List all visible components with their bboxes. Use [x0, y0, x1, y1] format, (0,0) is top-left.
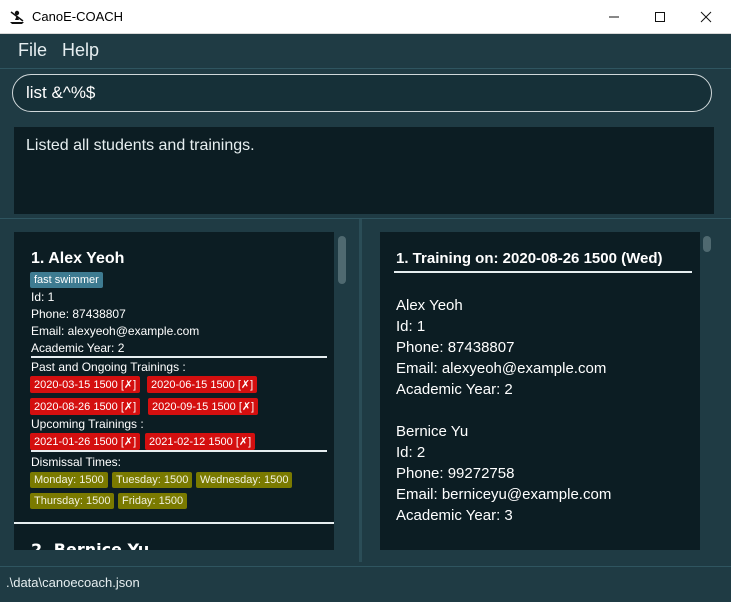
attendee-name: Bernice Yu [396, 423, 469, 440]
past-trainings-label: Past and Ongoing Trainings : [31, 360, 186, 374]
student-phone: Phone: 87438807 [31, 307, 126, 321]
training-list-panel[interactable]: 1. Training on: 2020-08-26 1500 (Wed) Al… [380, 232, 700, 550]
command-input-text: list &^%$ [26, 83, 96, 102]
menu-file[interactable]: File [18, 40, 47, 61]
dismissal-chip: Thursday: 1500 [30, 493, 115, 509]
attendee-phone: Phone: 87438807 [396, 339, 515, 356]
dismissal-chip: Tuesday: 1500 [112, 472, 193, 488]
student-name: 1. Alex Yeoh [31, 250, 125, 267]
student-name: 2. Bernice Yu [31, 540, 150, 550]
dismissal-times-label: Dismissal Times: [31, 455, 122, 469]
training-header: 1. Training on: 2020-08-26 1500 (Wed) [396, 250, 663, 267]
close-icon [700, 11, 712, 22]
upcoming-training-chip: 2021-02-12 1500 [✗] [145, 433, 256, 450]
upcoming-trainings-label: Upcoming Trainings : [31, 417, 144, 431]
past-training-chip: 2020-03-15 1500 [✗] [30, 376, 141, 393]
student-id: Id: 1 [31, 290, 55, 304]
past-training-chip: 2020-06-15 1500 [✗] [147, 376, 258, 393]
dismissal-chip: Friday: 1500 [118, 493, 188, 509]
canoe-icon [10, 10, 24, 24]
student-email: Email: alexyeoh@example.com [31, 324, 200, 338]
minimize-icon [609, 16, 619, 17]
card-separator [14, 522, 334, 524]
attendee-id: Id: 2 [396, 444, 426, 461]
student-tag: fast swimmer [30, 272, 103, 288]
attendee-academic-year: Academic Year: 3 [396, 507, 513, 524]
maximize-icon [655, 11, 665, 22]
training-divider [394, 271, 692, 273]
upcoming-training-chip: 2021-01-26 1500 [✗] [30, 433, 141, 450]
data-file-path: .\data\canoecoach.json [6, 575, 140, 590]
dismissal-chip: Wednesday: 1500 [196, 472, 293, 488]
result-display: Listed all students and trainings. [14, 127, 714, 214]
menu-bar: File Help [0, 34, 731, 69]
result-message: Listed all students and trainings. [26, 137, 255, 154]
past-training-chip: 2020-08-26 1500 [✗] [30, 398, 141, 415]
training-list-scrollbar[interactable] [703, 236, 711, 252]
attendee-academic-year: Academic Year: 2 [396, 381, 513, 398]
maximize-button[interactable] [637, 0, 683, 33]
attendee-name: Alex Yeoh [396, 297, 463, 314]
student-academic-year: Academic Year: 2 [31, 341, 125, 355]
status-bar: .\data\canoecoach.json [0, 566, 731, 602]
section-divider [31, 450, 327, 452]
title-bar: CanoE-COACH [0, 0, 731, 34]
command-input[interactable]: list &^%$ [12, 74, 712, 112]
window-title: CanoE-COACH [32, 9, 124, 24]
close-button[interactable] [683, 0, 729, 33]
student-list-panel[interactable]: 1. Alex Yeoh fast swimmer Id: 1 Phone: 8… [14, 232, 334, 550]
past-training-chip: 2020-09-15 1500 [✗] [148, 398, 259, 415]
menu-help[interactable]: Help [62, 40, 99, 61]
section-divider [31, 356, 327, 358]
attendee-email: Email: berniceyu@example.com [396, 486, 612, 503]
attendee-id: Id: 1 [396, 318, 426, 335]
attendee-phone: Phone: 99272758 [396, 465, 515, 482]
student-list-scrollbar[interactable] [338, 236, 346, 284]
dismissal-chip: Monday: 1500 [30, 472, 108, 488]
split-pane-divider[interactable] [359, 219, 362, 562]
panel-divider [0, 218, 731, 219]
attendee-email: Email: alexyeoh@example.com [396, 360, 607, 377]
minimize-button[interactable] [591, 0, 637, 33]
